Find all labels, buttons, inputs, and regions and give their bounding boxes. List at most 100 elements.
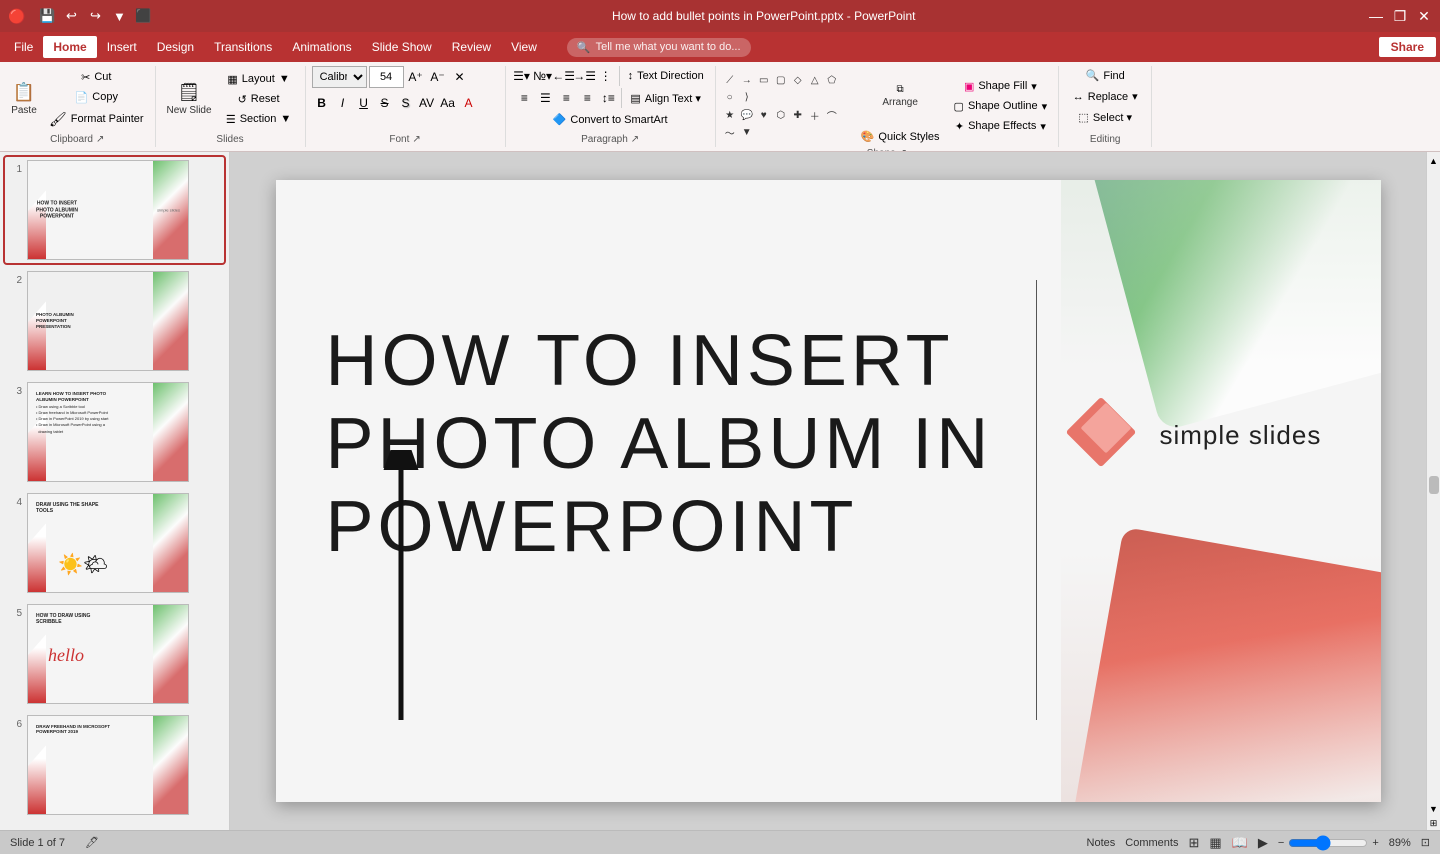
replace-button[interactable]: ↔ Replace ▾ — [1065, 87, 1145, 106]
arrange-button[interactable]: ⧉ Arrange — [856, 66, 945, 126]
columns-button[interactable]: ⋮ — [596, 66, 616, 86]
slide-thumb-1[interactable]: 1 HOW TO INSERTPHOTO ALBUMINPOWERPOINT s… — [5, 157, 224, 263]
shape-ellipse-btn[interactable]: ○ — [722, 89, 738, 105]
view-reading-icon[interactable]: 📖 — [1232, 835, 1248, 851]
convert-smartart-button[interactable]: 🔷 Convert to SmartArt — [548, 110, 673, 129]
shape-cross-btn[interactable]: ✚ — [790, 107, 806, 123]
select-button[interactable]: ⬚ Select ▾ — [1065, 108, 1145, 127]
scroll-up-button[interactable]: ▲ — [1429, 154, 1439, 168]
shape-outline-button[interactable]: ▢ Shape Outline ▾ — [949, 97, 1053, 116]
shape-chevron-btn[interactable]: ⟩ — [739, 89, 755, 105]
save-button[interactable]: 💾 — [37, 6, 57, 26]
format-painter-button[interactable]: 🖌 Format Painter — [44, 108, 149, 131]
clear-format-button[interactable]: ✕ — [450, 67, 470, 87]
copy-button[interactable]: 📄 Copy — [44, 88, 149, 107]
restore-button[interactable]: ❐ — [1392, 8, 1408, 24]
shape-arrow-btn[interactable]: → — [739, 72, 755, 88]
shape-outline-dropdown[interactable]: ▾ — [1042, 100, 1048, 113]
decrease-font-button[interactable]: A⁻ — [428, 67, 448, 87]
notes-button[interactable]: Notes — [1087, 837, 1116, 849]
layout-button[interactable]: ▦ Layout ▼ — [219, 70, 299, 89]
view-slideshow-icon[interactable]: ▶ — [1258, 835, 1268, 851]
line-spacing-button[interactable]: ↕≡ — [598, 88, 618, 108]
shape-fill-button[interactable]: ▣ Shape Fill ▾ — [949, 77, 1053, 96]
find-button[interactable]: 🔍 Find — [1065, 66, 1145, 85]
new-slide-button[interactable]: 🗒 New Slide — [162, 69, 217, 129]
increase-indent-button[interactable]: →☰ — [575, 66, 595, 86]
align-right-button[interactable]: ≡ — [556, 88, 576, 108]
scroll-down-button[interactable]: ▼ — [1429, 802, 1439, 816]
minimize-button[interactable]: — — [1368, 8, 1384, 24]
font-color-button[interactable]: A — [459, 93, 479, 113]
shape-effects-dropdown[interactable]: ▾ — [1040, 120, 1046, 133]
zoom-slider[interactable]: − + — [1278, 835, 1379, 851]
shape-star-btn[interactable]: ★ — [722, 107, 738, 123]
undo-button[interactable]: ↩ — [61, 6, 81, 26]
section-button[interactable]: ☰ Section ▼ — [219, 110, 299, 129]
overflow-button[interactable]: ⬛ — [133, 6, 153, 26]
shape-roundrect-btn[interactable]: ▢ — [773, 72, 789, 88]
align-text-button[interactable]: ▤ Align Text ▾ — [625, 88, 705, 108]
slide-thumb-2[interactable]: 2 PHOTO ALBUMINPOWERPOINTPRESENTATION — [5, 268, 224, 374]
slide-thumb-3[interactable]: 3 LEARN HOW TO INSERT PHOTOALBUMIN POWER… — [5, 379, 224, 485]
slide-thumb-5[interactable]: 5 HOW TO DRAW USINGSCRIBBLE hello — [5, 601, 224, 707]
customize-quick-access-button[interactable]: ▼ — [109, 6, 129, 26]
menu-animations[interactable]: Animations — [282, 36, 361, 58]
justify-button[interactable]: ≡ — [577, 88, 597, 108]
slide-thumb-4[interactable]: 4 DRAW USING THE SHAPETOOLS ☀️🌤 — [5, 490, 224, 596]
slide-canvas[interactable]: HOW TO INSERT PHOTO ALBUM IN POWERPOINT … — [276, 180, 1381, 802]
redo-button[interactable]: ↪ — [85, 6, 105, 26]
menu-view[interactable]: View — [501, 36, 547, 58]
underline-button[interactable]: U — [354, 93, 374, 113]
shadow-button[interactable]: S — [396, 93, 416, 113]
shape-triangle-btn[interactable]: △ — [807, 72, 823, 88]
menu-home[interactable]: Home — [43, 36, 96, 58]
share-button[interactable]: Share — [1379, 37, 1436, 57]
scroll-expand-button[interactable]: ⊞ — [1429, 816, 1439, 830]
shape-line-btn[interactable]: ⟋ — [722, 72, 738, 88]
cut-button[interactable]: ✂ Cut — [44, 68, 149, 87]
increase-font-button[interactable]: A⁺ — [406, 67, 426, 87]
shape-plus-btn[interactable]: ＋ — [807, 107, 823, 123]
shape-pentagon-btn[interactable]: ⬠ — [824, 72, 840, 88]
paragraph-expand-icon[interactable]: ↗ — [631, 134, 639, 145]
replace-dropdown[interactable]: ▾ — [1132, 90, 1138, 103]
font-name-select[interactable]: Calibri — [312, 66, 367, 88]
shape-cube-btn[interactable]: ⬡ — [773, 107, 789, 123]
shape-heart-btn[interactable]: ♥ — [756, 107, 772, 123]
bullet-list-button[interactable]: ☰▾ — [512, 66, 532, 86]
shapes-more-btn[interactable]: ▼ — [739, 124, 755, 140]
slide-thumb-6[interactable]: 6 DRAW FREEHAND IN MICROSOFTPOWERPOINT 2… — [5, 712, 224, 818]
clipboard-expand-icon[interactable]: ↗ — [96, 134, 104, 145]
align-left-button[interactable]: ≡ — [514, 88, 534, 108]
fit-screen-icon[interactable]: ⊡ — [1421, 836, 1430, 849]
align-center-button[interactable]: ☰ — [535, 88, 555, 108]
menu-file[interactable]: File — [4, 36, 43, 58]
shape-callout-btn[interactable]: 💬 — [739, 107, 755, 123]
strikethrough-button[interactable]: S — [375, 93, 395, 113]
shape-effects-button[interactable]: ✦ Shape Effects ▾ — [949, 117, 1053, 136]
close-button[interactable]: ✕ — [1416, 8, 1432, 24]
menu-design[interactable]: Design — [147, 36, 204, 58]
numbered-list-button[interactable]: №▾ — [533, 66, 553, 86]
zoom-percent[interactable]: 89% — [1389, 837, 1411, 849]
reset-button[interactable]: ↺ Reset — [219, 90, 299, 109]
view-normal-icon[interactable]: ⊞ — [1188, 835, 1199, 851]
text-direction-button[interactable]: ↕ Text Direction — [623, 66, 709, 86]
shape-arc-btn[interactable]: ⌒ — [824, 107, 840, 123]
zoom-range[interactable] — [1288, 835, 1368, 851]
shape-rect-btn[interactable]: ▭ — [756, 72, 772, 88]
menu-insert[interactable]: Insert — [97, 36, 147, 58]
font-expand-icon[interactable]: ↗ — [412, 134, 420, 145]
slide-title[interactable]: HOW TO INSERT PHOTO ALBUM IN POWERPOINT — [326, 320, 1106, 568]
paste-button[interactable]: 📋 Paste — [6, 69, 42, 129]
comments-button[interactable]: Comments — [1125, 837, 1178, 849]
quick-styles-button[interactable]: 🎨 Quick Styles — [856, 127, 945, 146]
view-slidesorter-icon[interactable]: ▦ — [1209, 835, 1221, 851]
logo-area[interactable]: simple slides — [1076, 400, 1322, 470]
bold-button[interactable]: B — [312, 93, 332, 113]
zoom-out-icon[interactable]: − — [1278, 837, 1284, 849]
font-size-input[interactable] — [369, 66, 404, 88]
zoom-in-icon[interactable]: + — [1372, 837, 1378, 849]
menu-review[interactable]: Review — [442, 36, 501, 58]
